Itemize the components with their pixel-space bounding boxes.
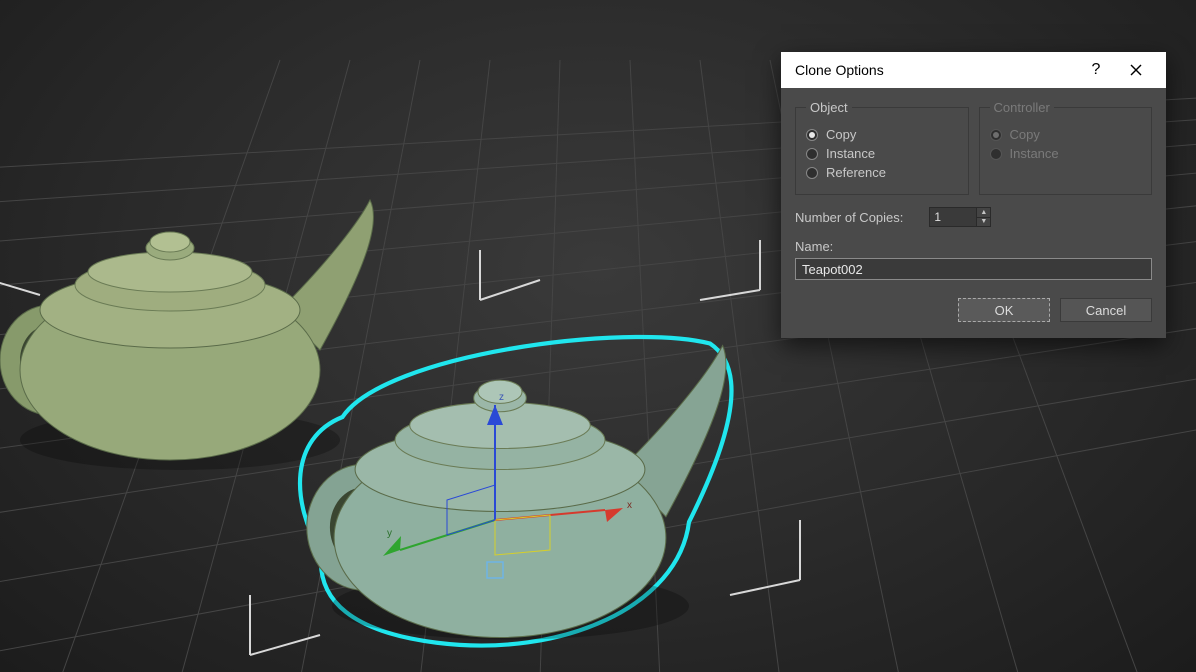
radio-label: Reference [826,165,886,180]
name-input[interactable] [795,258,1152,280]
radio-icon [806,167,818,179]
radio-icon [806,148,818,160]
help-button[interactable]: ? [1076,52,1116,88]
controller-group: Controller Copy Instance [979,100,1153,195]
object-instance-radio[interactable]: Instance [806,146,958,161]
radio-label: Instance [826,146,875,161]
copies-input[interactable] [930,208,976,226]
gizmo-y-label: y [387,528,392,539]
spinner-up[interactable]: ▲ [977,208,990,217]
controller-instance-radio: Instance [990,146,1142,161]
gizmo-x-label: x [627,500,632,511]
close-button[interactable] [1116,52,1156,88]
dialog-body: Object Copy Instance Reference Controlle… [781,88,1166,338]
name-row: Name: [795,239,1152,280]
radio-icon [806,129,818,141]
name-label: Name: [795,239,1152,254]
dialog-title: Clone Options [795,62,1076,78]
radio-label: Instance [1010,146,1059,161]
radio-icon [990,129,1002,141]
object-teapot002[interactable] [300,337,731,646]
spinner-down[interactable]: ▼ [977,217,990,227]
radio-label: Copy [826,127,856,142]
dialog-titlebar[interactable]: Clone Options ? [781,52,1166,88]
object-group-legend: Object [806,100,852,115]
radio-icon [990,148,1002,160]
copies-row: Number of Copies: ▲ ▼ [795,207,1152,227]
ok-button[interactable]: OK [958,298,1050,322]
copies-label: Number of Copies: [795,210,903,225]
copies-spinner[interactable]: ▲ ▼ [929,207,991,227]
object-copy-radio[interactable]: Copy [806,127,958,142]
controller-copy-radio: Copy [990,127,1142,142]
object-reference-radio[interactable]: Reference [806,165,958,180]
clone-options-dialog: Clone Options ? Object Copy Instance [781,52,1166,338]
cancel-button[interactable]: Cancel [1060,298,1152,322]
controller-group-legend: Controller [990,100,1054,115]
radio-label: Copy [1010,127,1040,142]
gizmo-z-label: z [499,392,504,403]
object-group: Object Copy Instance Reference [795,100,969,195]
object-teapot001[interactable] [0,200,373,470]
close-icon [1130,64,1142,76]
